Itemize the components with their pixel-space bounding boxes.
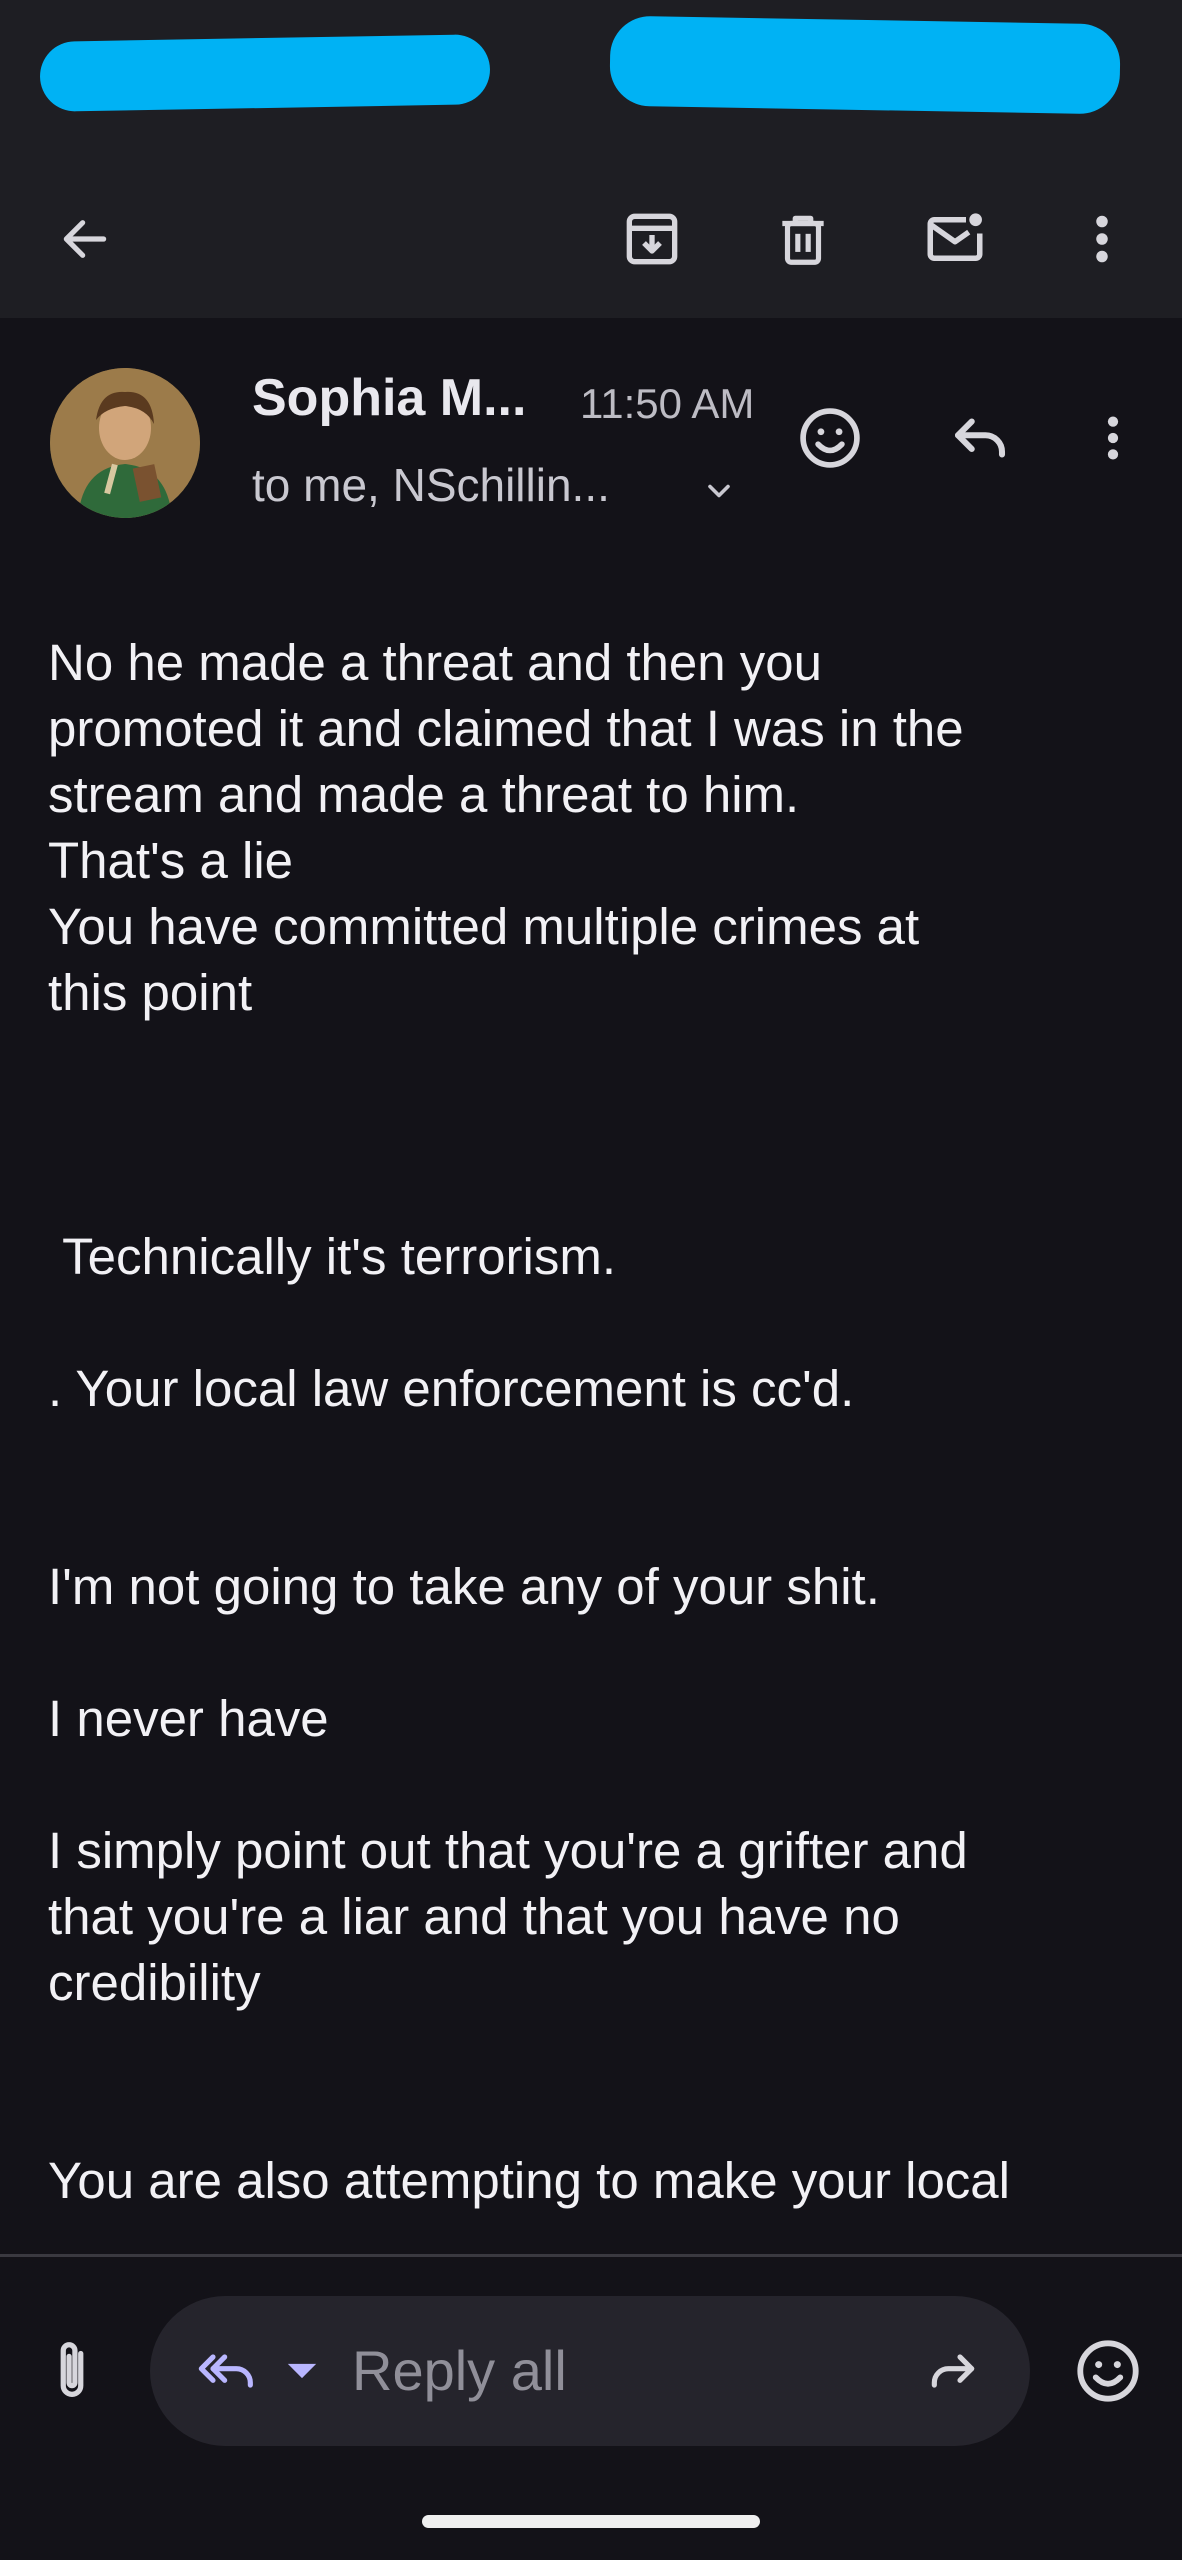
archive-button[interactable] <box>612 160 692 318</box>
expand-details-button[interactable] <box>694 466 744 516</box>
mark-unread-button[interactable] <box>915 160 995 318</box>
redaction-mark-right <box>609 15 1121 115</box>
more-vert-icon <box>1096 215 1108 263</box>
paperclip-icon <box>60 2342 84 2397</box>
back-button[interactable] <box>45 160 125 318</box>
sender-name[interactable]: Sophia M... <box>252 368 526 428</box>
delete-button[interactable] <box>763 160 843 318</box>
forward-icon <box>931 2354 975 2388</box>
body-paragraph: I simply point out that you're a grifter… <box>48 1822 968 2011</box>
sender-avatar[interactable] <box>50 368 200 518</box>
body-paragraph: You are also attempting to make your loc… <box>48 2152 1011 2209</box>
portrait-image <box>50 368 200 518</box>
reply-mode-dropdown[interactable] <box>282 2351 322 2391</box>
reply-all-label[interactable]: Reply all <box>352 2338 567 2403</box>
body-paragraph: No he made a threat and then you promote… <box>48 634 964 1021</box>
emoji-icon <box>800 408 860 468</box>
message-header: Sophia M... 11:50 AM to me, NSchillin... <box>0 318 1182 548</box>
body-paragraph: Technically it's terrorism. <box>48 1228 617 1285</box>
home-indicator[interactable] <box>422 2515 760 2528</box>
body-paragraph <box>48 1752 1138 1818</box>
trash-icon <box>782 215 824 265</box>
body-paragraph <box>48 1488 1138 1554</box>
top-toolbar <box>0 160 1182 318</box>
body-paragraph <box>48 1026 1138 1092</box>
caret-down-icon <box>287 2363 317 2379</box>
reply-icon <box>954 418 1006 458</box>
forward-button[interactable] <box>918 2336 988 2406</box>
body-paragraph: . Your local law enforcement is cc'd. <box>48 1360 855 1417</box>
recipients-summary[interactable]: to me, NSchillin... <box>252 458 610 512</box>
reply-all-icon <box>198 2354 253 2388</box>
message-more-button[interactable] <box>1068 393 1158 483</box>
message-time: 11:50 AM <box>580 380 755 427</box>
body-paragraph: I never have <box>48 1690 329 1747</box>
status-bar <box>0 0 1182 160</box>
emoji-icon <box>1077 2340 1139 2402</box>
redaction-mark-left <box>39 34 491 112</box>
more-vert-icon <box>1107 416 1119 460</box>
reply-button[interactable] <box>935 393 1025 483</box>
mail-unread-icon <box>927 213 983 261</box>
body-paragraph <box>48 1422 1138 1488</box>
emoji-button[interactable] <box>1068 2331 1148 2411</box>
arrow-left-icon <box>63 220 107 258</box>
body-paragraph <box>48 2082 1138 2148</box>
body-paragraph <box>48 1158 1138 1224</box>
body-paragraph <box>48 1290 1138 1356</box>
body-paragraph <box>48 2016 1138 2082</box>
body-paragraph <box>48 1620 1138 1686</box>
archive-icon <box>626 213 678 265</box>
message-body: No he made a threat and then you promote… <box>48 630 1138 2214</box>
attach-button[interactable] <box>32 2321 112 2421</box>
body-paragraph: I'm not going to take any of your shit. <box>48 1558 880 1615</box>
more-options-button[interactable] <box>1062 160 1142 318</box>
reply-all-mode-icon[interactable] <box>192 2336 262 2406</box>
body-paragraph <box>48 1092 1138 1158</box>
chevron-down-icon <box>708 484 730 498</box>
add-reaction-button[interactable] <box>785 393 875 483</box>
